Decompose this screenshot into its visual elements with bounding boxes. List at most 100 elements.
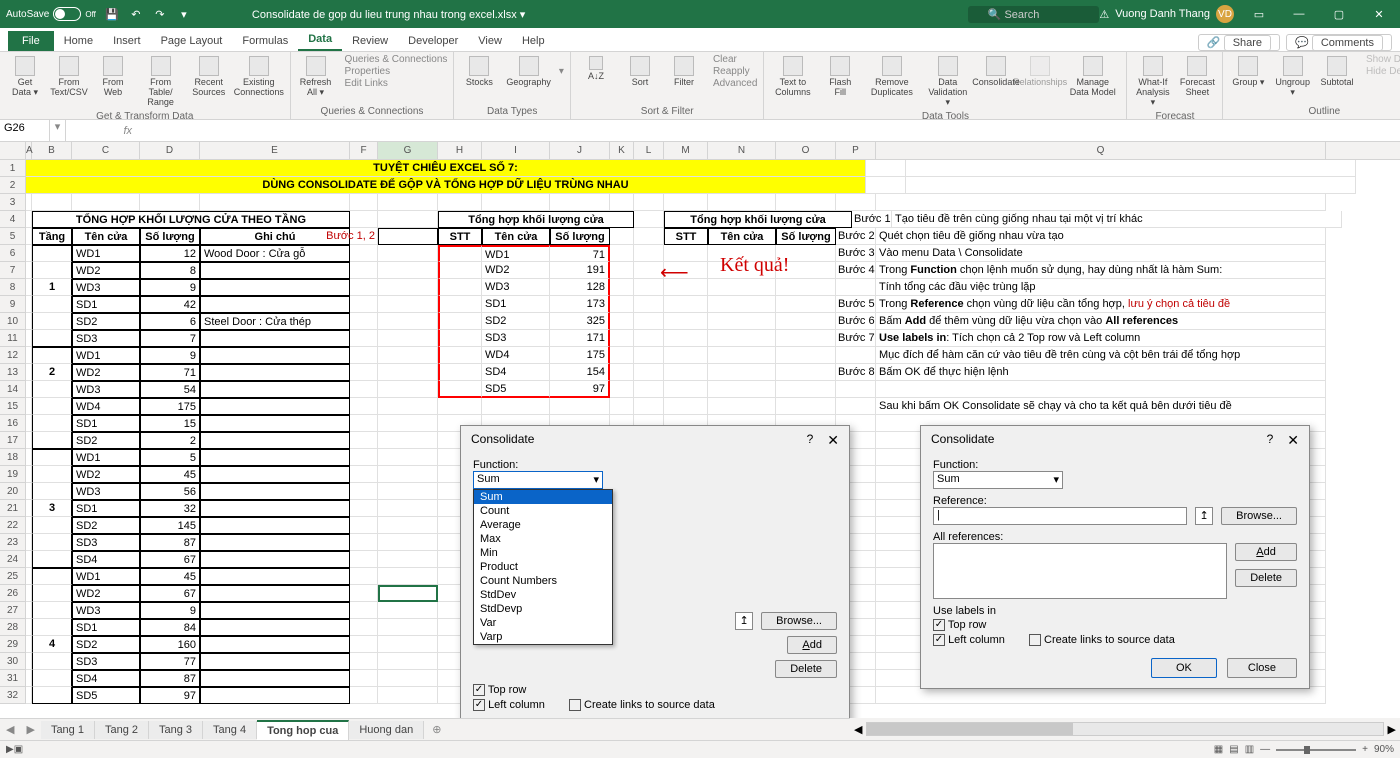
cell[interactable] bbox=[708, 313, 776, 330]
cell[interactable]: WD1 bbox=[72, 568, 140, 585]
cell[interactable] bbox=[350, 517, 378, 534]
cell[interactable] bbox=[200, 194, 350, 211]
cell[interactable] bbox=[876, 381, 1326, 398]
cell[interactable] bbox=[32, 687, 72, 704]
row-header[interactable]: 31 bbox=[0, 670, 26, 687]
cell[interactable] bbox=[378, 653, 438, 670]
row-header[interactable]: 6 bbox=[0, 245, 26, 262]
cell[interactable]: 71 bbox=[140, 364, 200, 381]
cell[interactable]: Vào menu Data \ Consolidate bbox=[876, 245, 1326, 262]
cell[interactable] bbox=[610, 296, 634, 313]
cell[interactable]: 45 bbox=[140, 466, 200, 483]
cell[interactable] bbox=[378, 381, 438, 398]
table-header[interactable]: Tổng hợp khối lượng cửa bbox=[664, 211, 852, 228]
cell[interactable] bbox=[200, 330, 350, 347]
add-button[interactable]: Add bbox=[787, 636, 837, 654]
function-option[interactable]: StdDev bbox=[474, 588, 612, 602]
cell[interactable] bbox=[350, 415, 378, 432]
sheet-tab-tang4[interactable]: Tang 4 bbox=[203, 721, 257, 739]
cell[interactable]: 191 bbox=[550, 262, 610, 279]
cell[interactable] bbox=[200, 415, 350, 432]
row-header[interactable]: 27 bbox=[0, 602, 26, 619]
zoom-slider[interactable] bbox=[1276, 749, 1356, 751]
flash-fill-button[interactable]: Flash Fill bbox=[821, 54, 859, 99]
cell[interactable]: Bước 6 bbox=[836, 313, 876, 330]
cell[interactable]: Số lượng bbox=[776, 228, 836, 245]
function-select[interactable]: Sum▾ bbox=[473, 471, 603, 489]
cell[interactable]: Trong Function chọn lệnh muốn sử dụng, h… bbox=[876, 262, 1326, 279]
zoom-level[interactable]: 90% bbox=[1374, 744, 1394, 755]
add-button[interactable]: Add bbox=[1235, 543, 1297, 561]
cell[interactable] bbox=[634, 381, 664, 398]
cell[interactable] bbox=[906, 177, 1356, 194]
cell[interactable]: Bấm OK để thực hiện lệnh bbox=[876, 364, 1326, 381]
table-header[interactable]: Tổng hợp khối lượng cửa bbox=[438, 211, 634, 228]
cell[interactable] bbox=[378, 245, 438, 262]
cell[interactable]: 1 bbox=[32, 279, 72, 296]
cell[interactable] bbox=[32, 534, 72, 551]
cell[interactable] bbox=[776, 330, 836, 347]
cell[interactable] bbox=[32, 602, 72, 619]
row-header[interactable]: 25 bbox=[0, 568, 26, 585]
cell[interactable] bbox=[776, 313, 836, 330]
cell[interactable] bbox=[378, 194, 438, 211]
row-header[interactable]: 21 bbox=[0, 500, 26, 517]
name-box[interactable]: G26 bbox=[0, 120, 50, 141]
cell[interactable] bbox=[350, 381, 378, 398]
cell[interactable]: SD4 bbox=[72, 670, 140, 687]
cell[interactable]: Tên cửa bbox=[72, 228, 140, 245]
cell[interactable]: 9 bbox=[140, 347, 200, 364]
cell[interactable]: 2 bbox=[140, 432, 200, 449]
row-header[interactable]: 29 bbox=[0, 636, 26, 653]
cell[interactable]: 32 bbox=[140, 500, 200, 517]
cell[interactable] bbox=[200, 534, 350, 551]
cell[interactable]: 160 bbox=[140, 636, 200, 653]
cell[interactable]: 4 bbox=[32, 636, 72, 653]
cell[interactable] bbox=[610, 364, 634, 381]
row-header[interactable]: 23 bbox=[0, 534, 26, 551]
function-dropdown-list[interactable]: SumCountAverageMaxMinProductCount Number… bbox=[473, 489, 613, 645]
cell[interactable] bbox=[32, 670, 72, 687]
function-option[interactable]: Sum bbox=[474, 490, 612, 504]
cell[interactable] bbox=[634, 228, 664, 245]
create-links-checkbox[interactable] bbox=[569, 699, 581, 711]
cell[interactable] bbox=[708, 279, 776, 296]
cell[interactable]: 45 bbox=[140, 568, 200, 585]
cell[interactable] bbox=[32, 551, 72, 568]
cell[interactable]: 12 bbox=[140, 245, 200, 262]
cell[interactable]: 5 bbox=[140, 449, 200, 466]
cell[interactable] bbox=[634, 313, 664, 330]
cell[interactable] bbox=[200, 381, 350, 398]
cell[interactable]: 3 bbox=[32, 500, 72, 517]
cell[interactable]: Bước 7 bbox=[836, 330, 876, 347]
cell[interactable]: SD3 bbox=[72, 653, 140, 670]
cell[interactable] bbox=[610, 347, 634, 364]
cell[interactable] bbox=[610, 245, 634, 262]
cell[interactable] bbox=[866, 177, 906, 194]
row-header[interactable]: 1 bbox=[0, 160, 26, 177]
properties-button[interactable]: Properties bbox=[345, 66, 448, 77]
cell[interactable] bbox=[378, 551, 438, 568]
sheet-tab-tonghop[interactable]: Tong hop cua bbox=[257, 720, 349, 740]
cell[interactable]: Tính tổng các đầu việc trùng lặp bbox=[876, 279, 1326, 296]
row-header[interactable]: 30 bbox=[0, 653, 26, 670]
cell[interactable]: WD3 bbox=[72, 279, 140, 296]
cell[interactable]: Bước 8 bbox=[836, 364, 876, 381]
cell[interactable] bbox=[438, 279, 482, 296]
cell[interactable] bbox=[378, 432, 438, 449]
cell[interactable]: 87 bbox=[140, 534, 200, 551]
cell[interactable] bbox=[634, 330, 664, 347]
cell[interactable] bbox=[438, 330, 482, 347]
function-option[interactable]: Count bbox=[474, 504, 612, 518]
formula-input[interactable] bbox=[136, 120, 1400, 141]
cell[interactable] bbox=[32, 517, 72, 534]
create-links-checkbox[interactable] bbox=[1029, 634, 1041, 646]
row-header[interactable]: 18 bbox=[0, 449, 26, 466]
cell[interactable] bbox=[836, 398, 876, 415]
function-option[interactable]: Var bbox=[474, 616, 612, 630]
cell[interactable] bbox=[378, 602, 438, 619]
horizontal-scrollbar[interactable]: ◀▶ bbox=[850, 718, 1400, 740]
cell[interactable] bbox=[708, 296, 776, 313]
cell[interactable]: Quét chọn tiêu đề giống nhau vừa tạo bbox=[876, 228, 1326, 245]
cell[interactable]: Bước 2 bbox=[836, 228, 876, 245]
